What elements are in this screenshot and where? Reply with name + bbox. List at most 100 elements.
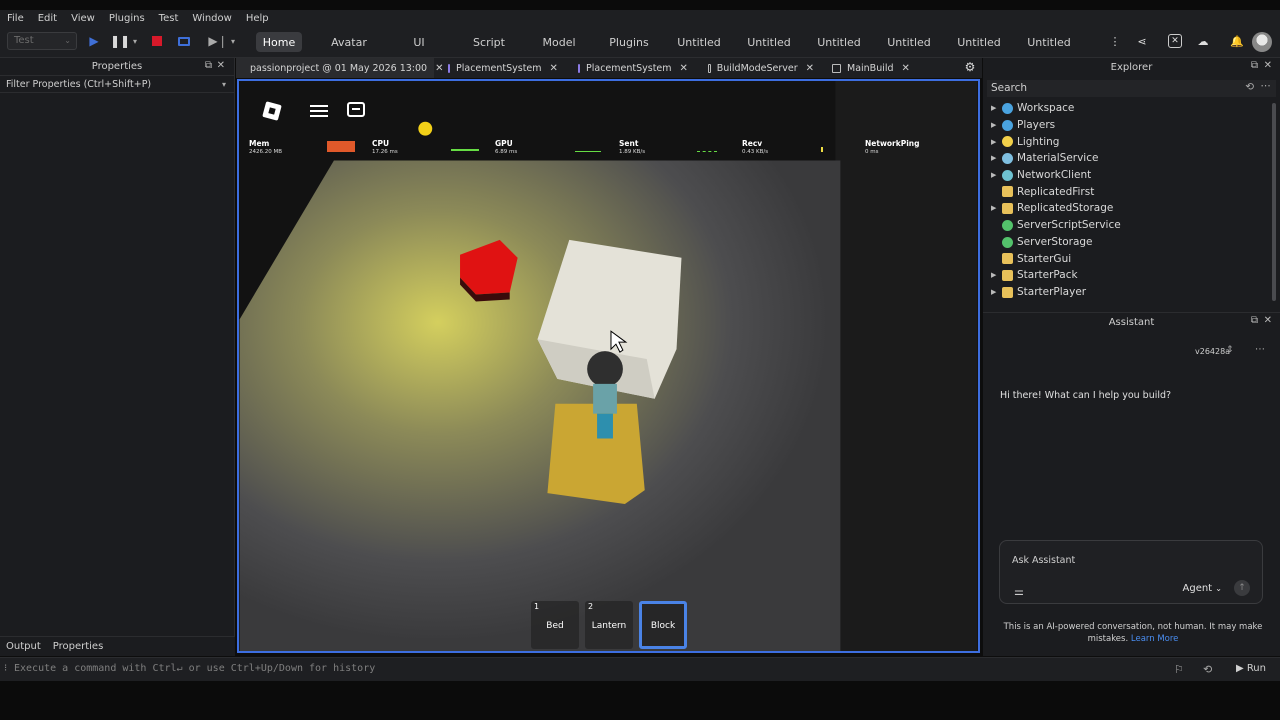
more-options-icon[interactable]: ⋯ xyxy=(1261,80,1272,92)
pause-icon[interactable]: ❚❚ xyxy=(110,33,130,49)
history-icon[interactable]: ⟲ xyxy=(1203,663,1212,676)
hotbar-slot-block[interactable]: Block xyxy=(639,601,687,649)
chevron-down-icon[interactable]: ▾ xyxy=(130,33,140,49)
collaborate-icon[interactable]: ✕ xyxy=(1168,34,1182,48)
explorer-item-serverstorage[interactable]: ServerStorage xyxy=(983,234,1273,251)
bookmark-icon[interactable]: ⚐ xyxy=(1174,663,1184,676)
tab-model[interactable]: Model xyxy=(536,32,582,52)
explorer-search-input[interactable]: Search ⟲ ⋯ xyxy=(987,80,1276,97)
close-icon[interactable]: ✕ xyxy=(806,63,814,74)
tab-untitled-6[interactable]: Untitled xyxy=(1024,32,1074,52)
tab-untitled-3[interactable]: Untitled xyxy=(814,32,864,52)
send-arrow-icon[interactable]: ↑ xyxy=(1234,580,1250,596)
tab-ui[interactable]: UI xyxy=(396,32,442,52)
expand-arrow-icon[interactable]: ▶ xyxy=(991,288,996,296)
menu-help[interactable]: Help xyxy=(246,13,269,24)
run-button[interactable]: ▶ Run xyxy=(1236,663,1266,674)
expand-arrow-icon[interactable]: ▶ xyxy=(991,104,996,112)
explorer-item-workspace[interactable]: ▶ Workspace xyxy=(983,100,1273,117)
explorer-item-materialservice[interactable]: ▶ MaterialService xyxy=(983,150,1273,167)
ask-assistant-placeholder: Ask Assistant xyxy=(1012,555,1076,566)
play-icon[interactable]: ▶ xyxy=(87,33,101,49)
tab-output[interactable]: Output xyxy=(6,641,41,652)
expand-arrow-icon[interactable]: ▶ xyxy=(991,271,996,279)
stat-graph-gpu xyxy=(575,151,601,152)
expand-arrow-icon[interactable]: ▶ xyxy=(991,154,996,162)
tab-untitled-5[interactable]: Untitled xyxy=(954,32,1004,52)
undock-icon[interactable]: ⧉ xyxy=(1251,315,1258,326)
hotbar-slot-bed[interactable]: 1 Bed xyxy=(531,601,579,649)
expand-arrow-icon[interactable]: ▶ xyxy=(991,204,996,212)
explorer-item-starterplayer[interactable]: ▶ StarterPlayer xyxy=(983,284,1273,301)
command-prompt-icon: ⁝ xyxy=(4,663,8,674)
expand-arrow-icon[interactable]: ▶ xyxy=(991,171,996,179)
tab-script[interactable]: Script xyxy=(466,32,512,52)
menu-window[interactable]: Window xyxy=(192,13,231,24)
explorer-item-serverscriptservice[interactable]: ServerScriptService xyxy=(983,217,1273,234)
game-viewport[interactable]: Mem 2426.20 MB CPU 17.26 ms GPU 6.89 ms … xyxy=(237,79,980,653)
gear-icon[interactable]: ⚙ xyxy=(962,60,978,76)
more-options-icon[interactable]: ⋮ xyxy=(1108,34,1122,48)
ask-assistant-input[interactable]: Ask Assistant ⚌ Agent ⌄ ↑ xyxy=(999,540,1263,604)
expand-arrow-icon[interactable]: ▶ xyxy=(991,138,996,146)
explorer-item-players[interactable]: ▶ Players xyxy=(983,117,1273,134)
tab-home[interactable]: Home xyxy=(256,32,302,52)
learn-more-link[interactable]: Learn More xyxy=(1131,634,1179,644)
notification-bell-icon[interactable]: 🔔 xyxy=(1230,34,1244,48)
hotbar-slot-lantern[interactable]: 2 Lantern xyxy=(585,601,633,649)
chat-icon[interactable] xyxy=(347,102,365,117)
explorer-item-label: MaterialService xyxy=(1017,152,1099,165)
menu-plugins[interactable]: Plugins xyxy=(109,13,145,24)
tab-avatar[interactable]: Avatar xyxy=(326,32,372,52)
tab-untitled-1[interactable]: Untitled xyxy=(674,32,724,52)
menu-edit[interactable]: Edit xyxy=(38,13,57,24)
undock-icon[interactable]: ⧉ xyxy=(1251,60,1258,71)
sort-icon[interactable]: ⇕ xyxy=(1226,345,1234,355)
close-icon[interactable]: ✕ xyxy=(1264,315,1272,326)
agent-mode-dropdown[interactable]: Agent ⌄ xyxy=(1183,583,1223,594)
menu-file[interactable]: File xyxy=(7,13,24,24)
menu-icon[interactable] xyxy=(310,105,328,117)
stop-icon[interactable] xyxy=(150,33,164,49)
close-icon[interactable]: ✕ xyxy=(680,63,688,74)
cloud-icon[interactable]: ☁ xyxy=(1196,34,1210,48)
expand-arrow-icon[interactable]: ▶ xyxy=(991,121,996,129)
tab-plugins[interactable]: Plugins xyxy=(606,32,652,52)
more-options-icon[interactable]: ⋯ xyxy=(1255,344,1265,355)
test-mode-dropdown[interactable]: Test ⌄ xyxy=(7,32,77,50)
undock-icon[interactable]: ⧉ xyxy=(205,60,212,71)
doc-tab-placementsystem-2[interactable]: PlacementSystem ✕ xyxy=(562,58,692,78)
tab-untitled-4[interactable]: Untitled xyxy=(884,32,934,52)
tab-properties[interactable]: Properties xyxy=(53,641,104,652)
explorer-item-replicatedfirst[interactable]: ReplicatedFirst xyxy=(983,183,1273,200)
history-icon[interactable]: ⟲ xyxy=(1245,81,1254,93)
user-avatar[interactable] xyxy=(1252,32,1272,52)
explorer-item-starterpack[interactable]: ▶ StarterPack xyxy=(983,267,1273,284)
step-forward-icon[interactable]: ▶❘ xyxy=(208,33,227,49)
doc-tab-placementsystem-1[interactable]: PlacementSystem ✕ xyxy=(434,58,562,78)
script-icon xyxy=(578,63,580,73)
monitor-icon[interactable] xyxy=(176,33,192,49)
hotbar-slot-number: 2 xyxy=(588,602,594,611)
chevron-down-icon[interactable]: ▾ xyxy=(222,80,226,89)
tab-untitled-2[interactable]: Untitled xyxy=(744,32,794,52)
explorer-item-networkclient[interactable]: ▶ NetworkClient xyxy=(983,167,1273,184)
close-icon[interactable]: ✕ xyxy=(902,63,910,74)
share-icon[interactable]: ⋖ xyxy=(1135,34,1149,48)
close-icon[interactable]: ✕ xyxy=(217,60,225,71)
sliders-icon[interactable]: ⚌ xyxy=(1014,585,1024,598)
doc-tab-mainbuild[interactable]: MainBuild ✕ xyxy=(822,58,918,78)
close-icon[interactable]: ✕ xyxy=(550,63,558,74)
command-input[interactable]: Execute a command with Ctrl↵ or use Ctrl… xyxy=(14,663,375,674)
close-icon[interactable]: ✕ xyxy=(1264,60,1272,71)
filter-properties-input[interactable]: Filter Properties (Ctrl+Shift+P) ▾ xyxy=(0,76,234,93)
menu-test[interactable]: Test xyxy=(159,13,179,24)
doc-tab-place[interactable]: passionproject @ 01 May 2026 13:00 ✕ xyxy=(236,58,443,78)
explorer-item-startergui[interactable]: StarterGui xyxy=(983,250,1273,267)
explorer-scrollbar[interactable] xyxy=(1272,103,1276,301)
explorer-item-lighting[interactable]: ▶ Lighting xyxy=(983,133,1273,150)
explorer-item-replicatedstorage[interactable]: ▶ ReplicatedStorage xyxy=(983,200,1273,217)
doc-tab-buildmodeserver[interactable]: BuildModeServer ✕ xyxy=(692,58,822,78)
chevron-down-icon[interactable]: ▾ xyxy=(228,33,238,49)
menu-view[interactable]: View xyxy=(71,13,95,24)
